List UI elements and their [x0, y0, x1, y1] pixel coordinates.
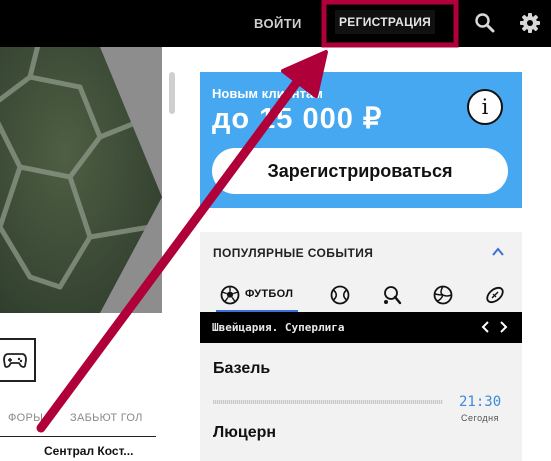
market-tab-will-score[interactable]: ЗАБЬЮТ ГОЛ	[70, 412, 143, 424]
tab-football[interactable]: ФУТБОЛ	[216, 276, 298, 313]
chevron-left-icon[interactable]	[479, 319, 491, 335]
table-tennis-icon[interactable]	[382, 285, 402, 305]
soccer-net-image[interactable]	[0, 47, 162, 313]
register-link[interactable]: РЕГИСТРАЦИЯ	[335, 10, 436, 34]
match-home-team[interactable]: Базель	[213, 360, 270, 378]
promo-banner: Новым клиентам до 15 000 ₽ i Зарегистрир…	[200, 72, 522, 208]
match-day: Сегодня	[461, 413, 499, 423]
popular-events-panel: ПОПУЛЯРНЫЕ СОБЫТИЯ ФУТБОЛ Швейцария. Суп…	[200, 232, 522, 461]
match-away-team[interactable]: Люцерн	[213, 424, 276, 442]
soccer-ball-icon	[220, 285, 240, 305]
gamepad-icon	[3, 353, 27, 368]
sport-tabs: ФУТБОЛ	[200, 276, 522, 313]
league-name: Швейцария. Суперлига	[212, 321, 345, 334]
page-scrollbar-thumb[interactable]	[169, 72, 175, 114]
tennis-ball-icon[interactable]	[330, 285, 350, 305]
match-divider	[213, 400, 443, 404]
volleyball-icon[interactable]	[433, 285, 453, 305]
register-cta-button[interactable]: Зарегистрироваться	[212, 148, 508, 194]
promo-amount: до 15 000 ₽	[212, 103, 383, 135]
team-name[interactable]: Сентрал Кост...	[44, 444, 133, 458]
info-icon: i	[481, 95, 489, 119]
market-tab-handicap[interactable]: ФОРЫ	[8, 412, 43, 424]
game-mode-button[interactable]	[0, 338, 36, 382]
divider	[0, 436, 156, 437]
login-link[interactable]: ВОЙТИ	[254, 16, 302, 31]
chevron-right-icon[interactable]	[498, 319, 510, 335]
market-tabs: ФОРЫ ЗАБЬЮТ ГОЛ	[0, 412, 160, 428]
chevron-up-icon[interactable]	[490, 244, 506, 260]
promo-subtitle: Новым клиентам	[212, 86, 323, 101]
gear-icon[interactable]	[519, 12, 541, 34]
match-time: 21:30	[459, 394, 502, 410]
rugby-ball-icon[interactable]	[485, 285, 505, 305]
info-button[interactable]: i	[467, 89, 503, 125]
top-nav-bar: ВОЙТИ РЕГИСТРАЦИЯ	[0, 0, 551, 47]
search-icon[interactable]	[474, 12, 496, 34]
tab-football-label: ФУТБОЛ	[245, 288, 294, 300]
league-header: Швейцария. Суперлига	[200, 312, 522, 343]
popular-events-title: ПОПУЛЯРНЫЕ СОБЫТИЯ	[213, 246, 374, 260]
